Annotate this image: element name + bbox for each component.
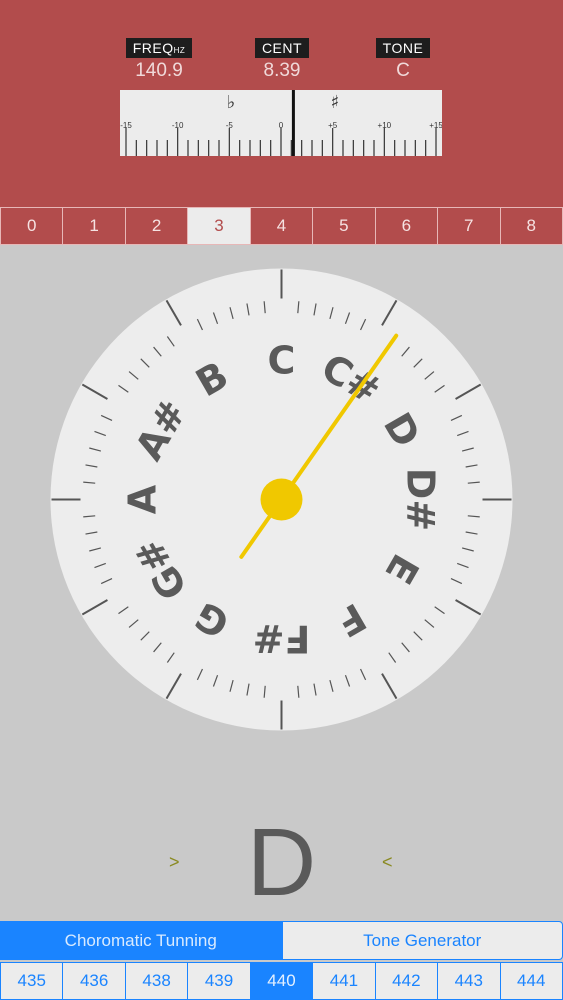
pitch-435[interactable]: 435 [1, 963, 64, 999]
sharp-icon: ♯ [331, 92, 340, 113]
cent-tick-label: +5 [328, 121, 338, 130]
octave-2[interactable]: 2 [126, 208, 189, 244]
detected-note: D [246, 809, 317, 916]
frequency-label: FREQHZ [125, 38, 193, 58]
tone-label: TONE [375, 38, 431, 58]
dial-note-c: C [268, 339, 296, 383]
mode-chromatic-tuning[interactable]: Choromatic Tunning [0, 921, 282, 960]
cent-tick-label: -10 [172, 121, 184, 130]
tone-readout: TONE C [343, 38, 463, 82]
sharp-direction-arrow: < [382, 852, 393, 872]
flat-icon: ♭ [227, 92, 236, 113]
octave-6[interactable]: 6 [376, 208, 439, 244]
dial-graphic: C C#DD#EFF#GG#AA#B [50, 268, 513, 731]
cent-label: CENT [254, 38, 310, 58]
octave-0[interactable]: 0 [0, 208, 64, 244]
cent-value: 8.39 [263, 60, 301, 81]
frequency-value: 140.9 [135, 60, 183, 81]
pitch-444[interactable]: 444 [500, 963, 562, 999]
cent-tick-label: -5 [226, 121, 234, 130]
mode-selector: Choromatic Tunning Tone Generator [0, 921, 563, 960]
dial-hub [260, 478, 303, 521]
reference-pitch-selector: 435 436 438 439 440 441 442 443 444 [0, 962, 563, 1000]
cent-meter-graphic: ♭ ♯ -15 -10 -5 0 +5 +10 +15 [120, 90, 442, 156]
octave-4[interactable]: 4 [251, 208, 314, 244]
cent-meter: ♭ ♯ -15 -10 -5 0 +5 +10 +15 [120, 90, 442, 156]
cent-tick-label: +15 [429, 121, 442, 130]
octave-5[interactable]: 5 [313, 208, 376, 244]
dial-note-f-sharp: F# [253, 617, 311, 661]
octave-selector: 012345678 [0, 207, 563, 245]
cent-tick-label: 0 [279, 121, 284, 130]
chromatic-dial: C C# D D# E F F# G G# A A# B [50, 268, 513, 731]
octave-1[interactable]: 1 [63, 208, 126, 244]
octave-3[interactable]: 3 [188, 208, 251, 244]
tone-value: C [396, 60, 410, 81]
cent-readout: CENT 8.39 [222, 38, 342, 82]
pitch-438[interactable]: 438 [125, 963, 189, 999]
dial-note-d-sharp: D# [399, 468, 443, 531]
frequency-readout: FREQHZ 140.9 [99, 38, 219, 82]
octave-7[interactable]: 7 [438, 208, 501, 244]
cent-tick-label: +10 [378, 121, 392, 130]
pitch-440[interactable]: 440 [250, 963, 314, 999]
cent-tick-label: -15 [120, 121, 132, 130]
pitch-441[interactable]: 441 [313, 963, 376, 999]
tuner-header-panel: FREQHZ 140.9 CENT 8.39 TONE C ♭ ♯ -15 -10… [0, 0, 563, 245]
pitch-442[interactable]: 442 [375, 963, 439, 999]
pitch-439[interactable]: 439 [188, 963, 251, 999]
octave-8[interactable]: 8 [501, 208, 563, 244]
dial-note-a: A [121, 484, 165, 514]
pitch-443[interactable]: 443 [438, 963, 501, 999]
mode-tone-generator[interactable]: Tone Generator [281, 921, 563, 960]
pitch-436[interactable]: 436 [63, 963, 126, 999]
flat-direction-arrow: > [169, 852, 180, 872]
cent-needle [291, 90, 295, 156]
